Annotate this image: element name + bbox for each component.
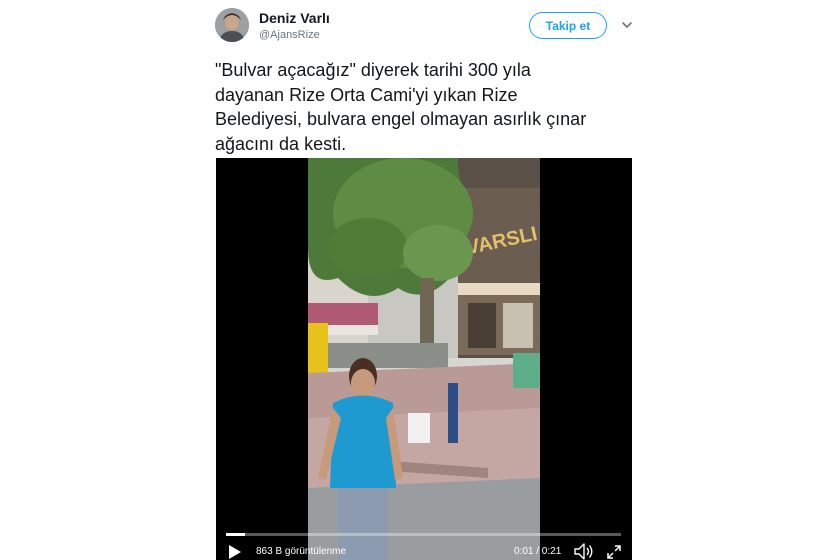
video-progress-bar[interactable] xyxy=(226,533,621,536)
avatar-image xyxy=(215,8,249,42)
tweet-text: "Bulvar açacağız" diyerek tarihi 300 yıl… xyxy=(215,60,587,154)
video-time: 0:01 / 0:21 xyxy=(514,546,562,557)
author-handle[interactable]: @AjansRize xyxy=(259,29,320,41)
video-frame: VARSLI xyxy=(308,158,540,560)
chevron-down-icon[interactable] xyxy=(620,18,634,32)
video-progress-fill xyxy=(226,533,245,536)
volume-icon[interactable] xyxy=(574,543,594,560)
fullscreen-icon[interactable] xyxy=(606,544,622,560)
follow-button[interactable]: Takip et xyxy=(529,12,607,39)
view-count: 863 B görüntülenme xyxy=(256,546,347,557)
avatar[interactable] xyxy=(215,8,249,42)
video-player[interactable]: VARSLI 863 B görüntülenme 0:01 / 0:21 xyxy=(216,158,632,560)
play-icon[interactable] xyxy=(228,544,242,560)
author-name[interactable]: Deniz Varlı xyxy=(259,10,330,26)
video-controls: 863 B görüntülenme 0:01 / 0:21 xyxy=(216,542,632,560)
